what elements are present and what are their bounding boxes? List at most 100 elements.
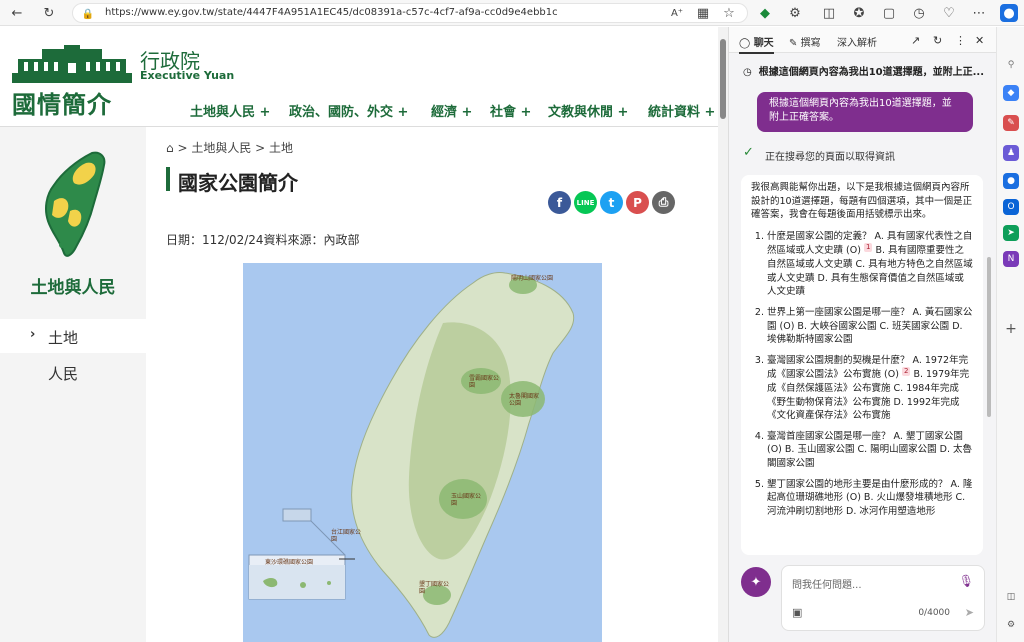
page-scrollbar[interactable]: [718, 27, 728, 642]
site-logo-title[interactable]: 國情簡介: [12, 85, 112, 120]
sidebar-title: 土地與人民: [30, 278, 116, 298]
main-content: ⌂ > 土地與人民 > 土地 國家公園簡介 f LINE t P ⎙ 日期：11…: [146, 127, 718, 642]
list-item: 墾丁國家公園的地形主要是由什麼形成的？ A. 隆起高位珊瑚礁地形 (O) B. …: [767, 478, 973, 519]
sidebar: 土地與人民 › 土地 人民: [0, 127, 146, 642]
nav-statistics[interactable]: 統計資料 +: [648, 101, 715, 120]
list-item: 臺灣國家公園規劃的契機是什麼？ A. 1972年完成《國家公園法》公布實施 (O…: [767, 354, 973, 423]
favorites-icon[interactable]: ✪: [850, 4, 868, 22]
favorite-star-icon[interactable]: ☆: [720, 4, 738, 22]
compose-icon: ✎: [789, 38, 798, 49]
chat-icon: ◯: [739, 38, 751, 49]
microsoft-365-icon[interactable]: ●: [1003, 173, 1019, 189]
new-topic-icon[interactable]: ✦: [741, 567, 771, 597]
sidebar-rail: ⚲ ◆ ✎ ♟ ● O ➤ N + ◫ ⚙: [996, 27, 1024, 642]
title-accent-bar: [166, 167, 170, 191]
list-item: 世界上第一座國家公園是哪一座？ A. 黃石國家公園 (O) B. 大峽谷國家公園…: [767, 306, 973, 347]
response-intro: 我很高興能幫你出題，以下是我根據這個網頁內容所設計的10道選擇題，每題有四個選項…: [751, 182, 973, 221]
chat-input[interactable]: 問我任何問題... 🎙 ▣ 0/4000 ➤: [781, 565, 985, 631]
checkmark-icon: ✓: [743, 145, 754, 160]
facebook-icon[interactable]: f: [548, 191, 571, 214]
refresh-icon[interactable]: ↻: [40, 4, 58, 22]
games-icon[interactable]: ♟: [1003, 145, 1019, 161]
onenote-icon[interactable]: N: [1003, 251, 1019, 267]
read-aloud-icon[interactable]: A⁺: [668, 4, 686, 22]
twitter-icon[interactable]: t: [600, 191, 623, 214]
nav-culture[interactable]: 文教與休閒 +: [548, 101, 628, 120]
microphone-icon[interactable]: 🎙: [959, 574, 974, 588]
more-icon[interactable]: ⋮: [955, 34, 966, 47]
assistant-response: 我很高興能幫你出題，以下是我根據這個網頁內容所設計的10道選擇題，每題有四個選項…: [741, 175, 983, 555]
sidebar-item-land[interactable]: › 土地: [0, 319, 146, 353]
reader-view-icon[interactable]: ▦: [694, 4, 712, 22]
line-icon[interactable]: LINE: [574, 191, 597, 214]
history-icon[interactable]: ◷: [910, 4, 928, 22]
settings-gear-icon[interactable]: ⚙: [1003, 617, 1019, 633]
nav-politics[interactable]: 政治、國防、外交 +: [289, 101, 408, 120]
address-bar[interactable]: 🔒 https://www.ey.gov.tw/state/4447F4A951…: [72, 3, 748, 23]
scrollbar-thumb[interactable]: [720, 39, 726, 119]
browser-essentials-icon[interactable]: ♡: [940, 4, 958, 22]
map-label-yangmingshan: 陽明山國家公園: [511, 275, 554, 282]
web-page: 國情簡介 行政院 Executive Yuan 土地與人民 + 政治、國防、外交…: [0, 27, 718, 642]
search-icon[interactable]: ⚲: [1003, 57, 1019, 73]
more-menu-icon[interactable]: ⋯: [970, 4, 988, 22]
breadcrumb: ⌂ > 土地與人民 > 土地: [166, 141, 294, 155]
screenshot-icon[interactable]: ▣: [792, 606, 802, 619]
chevron-right-icon: ›: [30, 327, 36, 342]
back-icon[interactable]: ←: [8, 4, 26, 22]
print-icon[interactable]: ⎙: [652, 191, 675, 214]
open-new-icon[interactable]: ↗: [911, 34, 920, 47]
national-parks-map: 陽明山國家公園 雪霸國家公園 太魯閣國家公園 玉山國家公園 台江國家公園 墾丁國…: [243, 263, 602, 642]
map-label-shei-pa: 雪霸國家公園: [469, 375, 500, 389]
tab-compose[interactable]: ✎ 撰寫: [789, 34, 821, 49]
copilot-icon[interactable]: ●: [1000, 4, 1018, 22]
plurk-icon[interactable]: P: [626, 191, 649, 214]
url-text: https://www.ey.gov.tw/state/4447F4A951A1…: [105, 7, 558, 18]
panel-scrollbar[interactable]: [987, 257, 991, 417]
shopping-icon[interactable]: ◆: [1003, 85, 1019, 101]
map-label-dongsha: 東沙環礁國家公園: [265, 559, 314, 566]
split-screen-icon[interactable]: ◫: [820, 4, 838, 22]
executive-yuan-building-logo: [12, 45, 132, 83]
home-icon[interactable]: ⌂: [166, 141, 174, 155]
add-icon[interactable]: +: [1003, 321, 1019, 337]
conversation-title: ◷ 根據這個網頁內容為我出10道選擇題，並附上正...: [743, 67, 985, 78]
map-label-taijiang: 台江國家公園: [331, 529, 362, 543]
map-label-kenting: 墾丁國家公園: [419, 581, 450, 595]
refresh-icon[interactable]: ↻: [933, 34, 942, 47]
drop-icon[interactable]: ➤: [1003, 225, 1019, 241]
outlook-icon[interactable]: O: [1003, 199, 1019, 215]
map-label-taroko: 太魯閣國家公園: [509, 393, 540, 407]
character-counter: 0/4000: [918, 608, 950, 618]
breadcrumb-land-people[interactable]: 土地與人民: [191, 141, 251, 155]
site-header: 國情簡介 行政院 Executive Yuan 土地與人民 + 政治、國防、外交…: [0, 27, 718, 127]
copilot-tabs: ◯ 聊天 ✎ 撰寫 深入解析 ↗ ↻ ⋮ ✕: [729, 27, 997, 54]
search-status: 正在搜尋您的頁面以取得資訊: [765, 152, 895, 163]
user-message: 根據這個網頁內容為我出10道選擇題，並附上正確答案。: [757, 92, 973, 132]
nav-society[interactable]: 社會 +: [490, 101, 531, 120]
executive-yuan-english[interactable]: Executive Yuan: [140, 69, 234, 82]
browser-toolbar: ← ↻ 🔒 https://www.ey.gov.tw/state/4447F4…: [0, 0, 1024, 26]
question-list: 什麼是國家公園的定義？ A. 具有國家代表性之自然區域或人文史蹟 (O) 1 B…: [751, 230, 973, 519]
tab-chat[interactable]: ◯ 聊天: [739, 34, 774, 54]
extensions-puzzle-icon[interactable]: ⚙: [786, 4, 804, 22]
extension-icon[interactable]: ◆: [756, 4, 774, 22]
page-title: 國家公園簡介: [178, 171, 298, 195]
lock-icon[interactable]: 🔒: [79, 5, 97, 23]
sidebar-item-people[interactable]: 人民: [48, 363, 78, 384]
nav-land-people[interactable]: 土地與人民 +: [190, 101, 270, 120]
close-icon[interactable]: ✕: [975, 34, 984, 47]
taiwan-map-icon: [45, 151, 106, 257]
sidebar-item-label: 土地: [48, 329, 79, 347]
tools-icon[interactable]: ✎: [1003, 115, 1019, 131]
collections-icon[interactable]: ▢: [880, 4, 898, 22]
list-item: 臺灣首座國家公園是哪一座？ A. 墾丁國家公園 (O) B. 玉山國家公園 C.…: [767, 430, 973, 471]
tab-insights[interactable]: 深入解析: [837, 34, 877, 49]
breadcrumb-land[interactable]: 土地: [269, 141, 293, 155]
list-item: 什麼是國家公園的定義？ A. 具有國家代表性之自然區域或人文史蹟 (O) 1 B…: [767, 230, 973, 299]
history-icon: ◷: [743, 67, 752, 78]
nav-economy[interactable]: 經濟 +: [431, 101, 472, 120]
send-icon[interactable]: ➤: [965, 606, 974, 619]
copilot-panel: ◯ 聊天 ✎ 撰寫 深入解析 ↗ ↻ ⋮ ✕ ◷ 根據這個網頁內容為我出10道選…: [728, 27, 997, 642]
split-view-icon[interactable]: ◫: [1003, 589, 1019, 605]
